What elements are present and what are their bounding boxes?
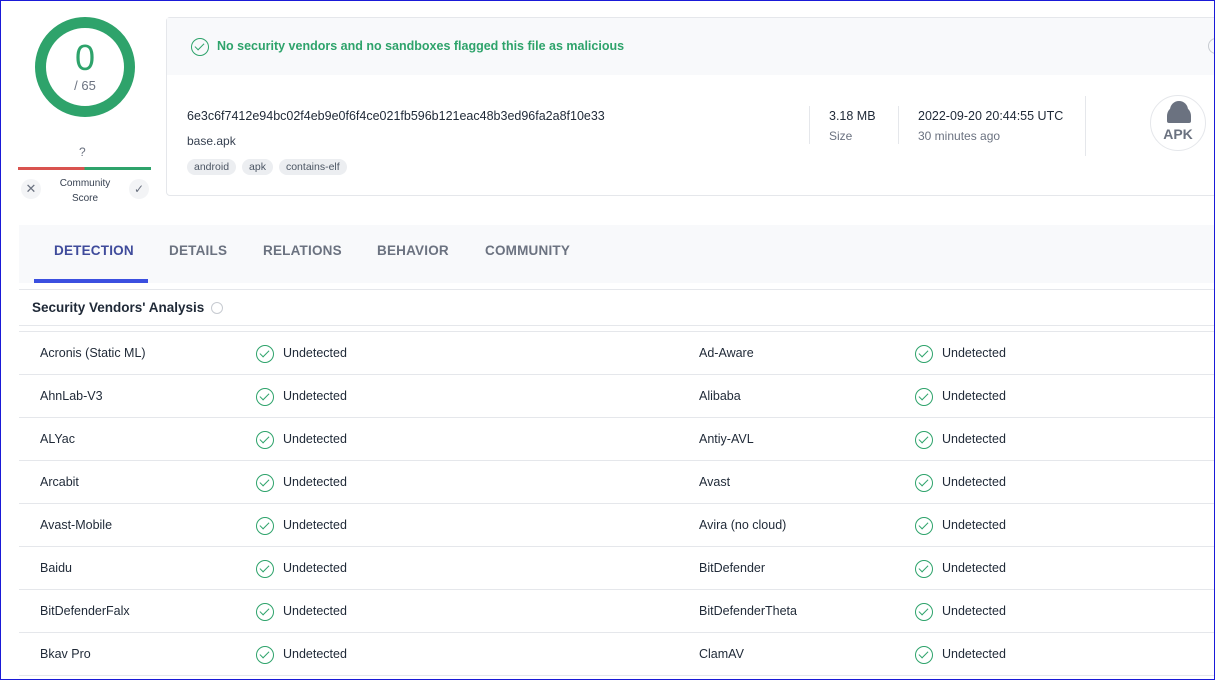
check-circle-icon [915, 517, 933, 535]
vendor-result: Undetected [283, 518, 347, 532]
check-circle-icon [191, 38, 209, 56]
vendor-name: Antiy-AVL [699, 432, 754, 446]
vendor-name: Avast-Mobile [40, 518, 113, 532]
tab-detection[interactable]: DETECTION [54, 243, 134, 258]
vendor-name: BitDefenderTheta [699, 604, 797, 618]
app-window: 0 / 65 ? ✕ Community Score ✓ No security… [0, 0, 1215, 680]
check-circle-icon [915, 474, 933, 492]
vendor-table: Acronis (Static ML) Undetected Ad-Aware Und… [19, 331, 1214, 676]
check-icon[interactable]: ✓ [129, 179, 149, 199]
vendor-name: Avira (no cloud) [699, 518, 787, 532]
tag-apk[interactable]: apk [242, 159, 273, 175]
check-circle-icon [915, 560, 933, 578]
vendor-result: Undetected [942, 518, 1006, 532]
vendor-name: Baidu [40, 561, 72, 575]
more-icon[interactable] [1208, 38, 1214, 54]
vendor-name: BitDefender [699, 561, 766, 575]
vendor-result: Undetected [283, 346, 347, 360]
detection-count: 0 [74, 37, 96, 78]
check-circle-icon [915, 431, 933, 449]
divider [809, 106, 810, 144]
vendor-name: ClamAV [699, 647, 744, 661]
analysis-relative-time: 30 minutes ago [918, 129, 1001, 143]
tag-contains-elf[interactable]: contains-elf [278, 159, 347, 175]
table-row: AhnLab-V3 Undetected Alibaba Undetected [19, 375, 1214, 418]
vendor-result: Undetected [283, 389, 347, 403]
detection-score-gauge: 0 / 65 [35, 17, 135, 117]
tab-community[interactable]: COMMUNITY [485, 243, 570, 258]
close-icon[interactable]: ✕ [21, 179, 41, 199]
vendor-result: Undetected [283, 647, 347, 661]
tab-behavior[interactable]: BEHAVIOR [377, 243, 449, 258]
vendor-result: Undetected [942, 475, 1006, 489]
vendor-result: Undetected [283, 561, 347, 575]
vendor-result: Undetected [283, 475, 347, 489]
file-hash[interactable]: 6e3c6f7412e94bc02f4eb9e0f6f4ce021fb596b1… [187, 109, 605, 123]
vendor-result: Undetected [942, 561, 1006, 575]
vendor-name: Ad-Aware [699, 346, 754, 360]
tag-android[interactable]: android [187, 159, 237, 175]
vendor-name: Alibaba [699, 389, 741, 403]
table-row: Bkav Pro Undetected ClamAV Undetected [19, 633, 1214, 676]
table-row: Arcabit Undetected Avast Undetected [19, 461, 1214, 504]
check-circle-icon [256, 603, 274, 621]
file-name: base.apk [187, 134, 236, 148]
vendor-result: Undetected [283, 604, 347, 618]
table-row: Avast-Mobile Undetected Avira (no cloud) Un… [19, 504, 1214, 547]
check-circle-icon [256, 560, 274, 578]
vendor-result: Undetected [942, 432, 1006, 446]
table-row: Baidu Undetected BitDefender Undetected [19, 547, 1214, 590]
verdict-banner: No security vendors and no sandboxes fla… [167, 18, 1214, 75]
android-icon [1167, 101, 1191, 123]
file-type-label: APK [1163, 126, 1193, 142]
check-circle-icon [256, 388, 274, 406]
verdict-message: No security vendors and no sandboxes fla… [217, 39, 625, 53]
divider [1085, 96, 1086, 156]
community-score-bar [18, 167, 151, 170]
check-circle-icon [256, 517, 274, 535]
table-row: ALYac Undetected Antiy-AVL Undetected [19, 418, 1214, 461]
check-circle-icon [915, 345, 933, 363]
vendor-name: Arcabit [40, 475, 79, 489]
check-circle-icon [256, 474, 274, 492]
vendor-result: Undetected [942, 389, 1006, 403]
vendor-name: Bkav Pro [40, 647, 91, 661]
vendor-result: Undetected [942, 604, 1006, 618]
section-title: Security Vendors' Analysis [32, 300, 205, 315]
file-size-label: Size [829, 129, 853, 143]
community-score-value: ? [79, 145, 86, 159]
analysis-date: 2022-09-20 20:44:55 UTC [918, 109, 1064, 123]
table-row: BitDefenderFalx Undetected BitDefenderThet… [19, 590, 1214, 633]
divider [898, 106, 899, 144]
table-row: Acronis (Static ML) Undetected Ad-Aware Und… [19, 332, 1214, 375]
vendor-name: AhnLab-V3 [40, 389, 103, 403]
engine-total: / 65 [74, 78, 96, 93]
tab-relations[interactable]: RELATIONS [263, 243, 342, 258]
vendor-name: Acronis (Static ML) [40, 346, 146, 360]
vendor-name: Avast [699, 475, 731, 489]
info-icon[interactable] [211, 302, 223, 314]
section-header: Security Vendors' Analysis [19, 289, 1214, 326]
check-circle-icon [915, 646, 933, 664]
vendor-name: ALYac [40, 432, 75, 446]
file-size: 3.18 MB [829, 109, 876, 123]
check-circle-icon [915, 388, 933, 406]
check-circle-icon [915, 603, 933, 621]
community-score-label: Community Score [59, 178, 111, 204]
vendor-result: Undetected [942, 647, 1006, 661]
active-tab-indicator [34, 279, 148, 283]
check-circle-icon [256, 345, 274, 363]
file-summary-card: No security vendors and no sandboxes fla… [166, 17, 1214, 196]
check-circle-icon [256, 431, 274, 449]
vendor-name: BitDefenderFalx [40, 604, 130, 618]
file-tags: android apk contains-elf [187, 159, 347, 175]
vendor-result: Undetected [283, 432, 347, 446]
vendor-result: Undetected [942, 346, 1006, 360]
tab-details[interactable]: DETAILS [169, 243, 227, 258]
check-circle-icon [256, 646, 274, 664]
tab-bar: DETECTION DETAILS RELATIONS BEHAVIOR COM… [19, 225, 1214, 283]
apk-file-type-icon: APK [1150, 95, 1206, 151]
